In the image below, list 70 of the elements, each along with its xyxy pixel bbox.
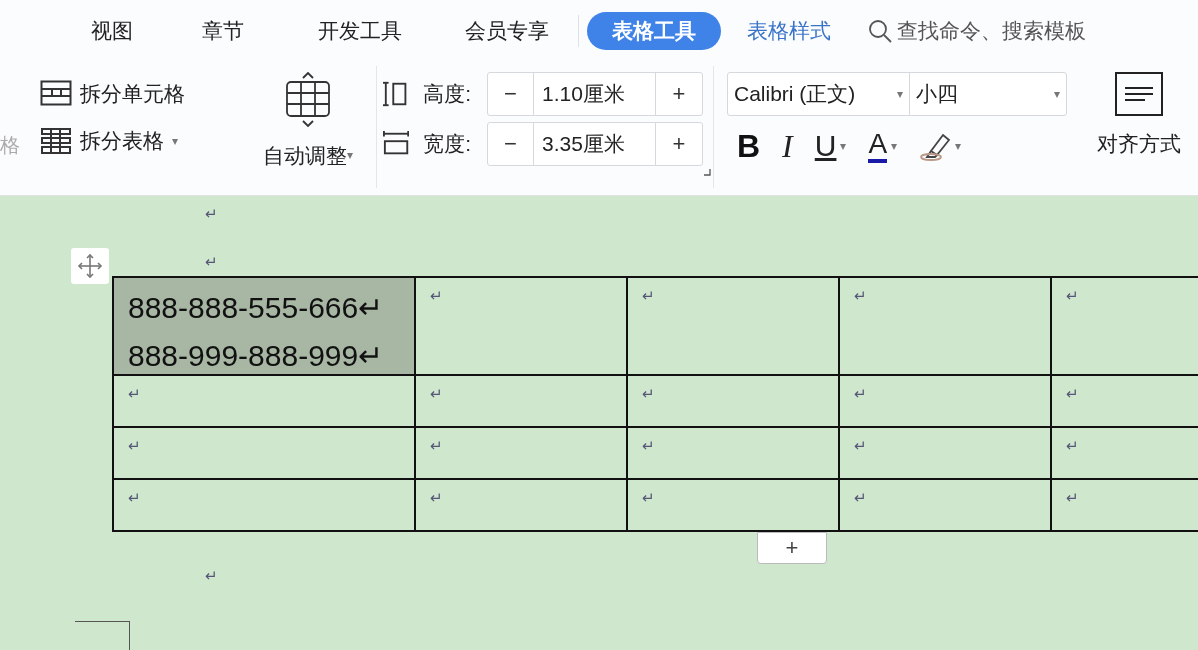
move-icon bbox=[77, 253, 103, 279]
decrease-button[interactable]: − bbox=[488, 122, 534, 165]
caret-icon: ▾ bbox=[897, 84, 903, 103]
table-cell[interactable]: ↵ bbox=[114, 376, 416, 428]
ribbon-tab[interactable]: 表格样式 bbox=[741, 11, 837, 50]
cut-off-label: 格 bbox=[0, 132, 21, 158]
bold-button[interactable]: B bbox=[737, 121, 761, 170]
search-icon bbox=[867, 17, 893, 44]
table-cell[interactable]: ↵ bbox=[416, 376, 628, 428]
caret-icon: ▾ bbox=[346, 146, 353, 165]
table-cell[interactable]: ↵ bbox=[416, 278, 628, 376]
table-cell[interactable]: ↵ bbox=[1052, 480, 1198, 532]
caret-icon: ▾ bbox=[840, 136, 847, 155]
caret-icon: ▾ bbox=[1054, 84, 1060, 103]
font-color-button[interactable]: A▾ bbox=[868, 128, 898, 163]
auto-fit-button[interactable]: 自动调整▾ bbox=[245, 71, 370, 172]
ribbon-tab[interactable]: 表格工具 bbox=[587, 11, 721, 50]
increase-button[interactable]: + bbox=[656, 72, 702, 115]
table-cell[interactable]: ↵ bbox=[628, 376, 840, 428]
paragraph-mark: ↵ bbox=[205, 252, 219, 272]
split-table-icon bbox=[40, 126, 72, 155]
table-resize-icon bbox=[284, 71, 331, 128]
size-stepper[interactable]: − 1.10厘米 + bbox=[487, 71, 703, 116]
split-cell-icon bbox=[40, 80, 72, 107]
table-cell[interactable]: ↵ bbox=[1052, 428, 1198, 480]
table-move-handle[interactable] bbox=[71, 248, 109, 284]
font-name: Calibri (正文) bbox=[734, 80, 856, 107]
font-size: 小四 bbox=[916, 80, 958, 107]
page-corner-mark bbox=[75, 621, 130, 650]
paragraph-mark: ↵ bbox=[205, 567, 218, 584]
table-cell[interactable]: 888-888-555-666↵ 888-999-888-999↵ bbox=[114, 278, 416, 376]
table-cell[interactable]: ↵ bbox=[1052, 376, 1198, 428]
align-icon bbox=[1115, 71, 1163, 116]
split-cell-button[interactable]: 拆分单元格 bbox=[40, 77, 235, 110]
table-cell[interactable]: ↵ bbox=[628, 428, 840, 480]
table-cell[interactable]: ↵ bbox=[840, 278, 1052, 376]
search-field[interactable]: 查找命令、搜索模板 bbox=[867, 11, 1117, 50]
ribbon-tab[interactable]: 开发工具 bbox=[312, 11, 408, 50]
ribbon-tab[interactable]: 会员专享 bbox=[459, 11, 555, 50]
font-name-dropdown[interactable]: Calibri (正文) ▾ bbox=[728, 72, 910, 115]
ribbon-tab[interactable]: 章节 bbox=[196, 11, 250, 50]
underline-button[interactable]: U▾ bbox=[814, 123, 847, 169]
table-cell[interactable]: ↵ bbox=[416, 428, 628, 480]
highlight-button[interactable]: ▾ bbox=[919, 130, 962, 161]
font-size-dropdown[interactable]: 小四 ▾ bbox=[910, 72, 1066, 115]
dialog-launcher-icon bbox=[703, 167, 711, 176]
table-cell[interactable]: ↵ bbox=[1052, 278, 1198, 376]
field-label: 宽度: bbox=[422, 130, 472, 157]
size-value: 1.10厘米 bbox=[534, 72, 656, 115]
size-value: 3.35厘米 bbox=[534, 122, 656, 165]
split-table-button[interactable]: 拆分表格 ▾ bbox=[40, 125, 235, 157]
table-cell[interactable]: ↵ bbox=[840, 376, 1052, 428]
size-stepper[interactable]: − 3.35厘米 + bbox=[487, 121, 703, 166]
caret-icon: ▾ bbox=[891, 136, 898, 155]
table-cell[interactable]: ↵ bbox=[840, 480, 1052, 532]
table-cell[interactable]: ↵ bbox=[416, 480, 628, 532]
add-row-button[interactable]: + bbox=[757, 532, 827, 564]
increase-button[interactable]: + bbox=[656, 122, 702, 165]
decrease-button[interactable]: − bbox=[488, 72, 534, 115]
field-label: 高度: bbox=[422, 80, 472, 107]
caret-icon: ▾ bbox=[955, 136, 962, 155]
ribbon-tab[interactable]: 视图 bbox=[85, 11, 139, 50]
align-button[interactable]: 对齐方式 bbox=[1097, 71, 1181, 160]
table-cell[interactable]: ↵ bbox=[840, 428, 1052, 480]
paragraph-mark: ↵ bbox=[205, 204, 219, 224]
table-cell[interactable]: ↵ bbox=[114, 428, 416, 480]
table-cell[interactable]: ↵ bbox=[114, 480, 416, 532]
table-cell[interactable]: ↵ bbox=[628, 278, 840, 376]
italic-button[interactable]: I bbox=[782, 121, 793, 170]
caret-icon: ▾ bbox=[172, 131, 178, 150]
